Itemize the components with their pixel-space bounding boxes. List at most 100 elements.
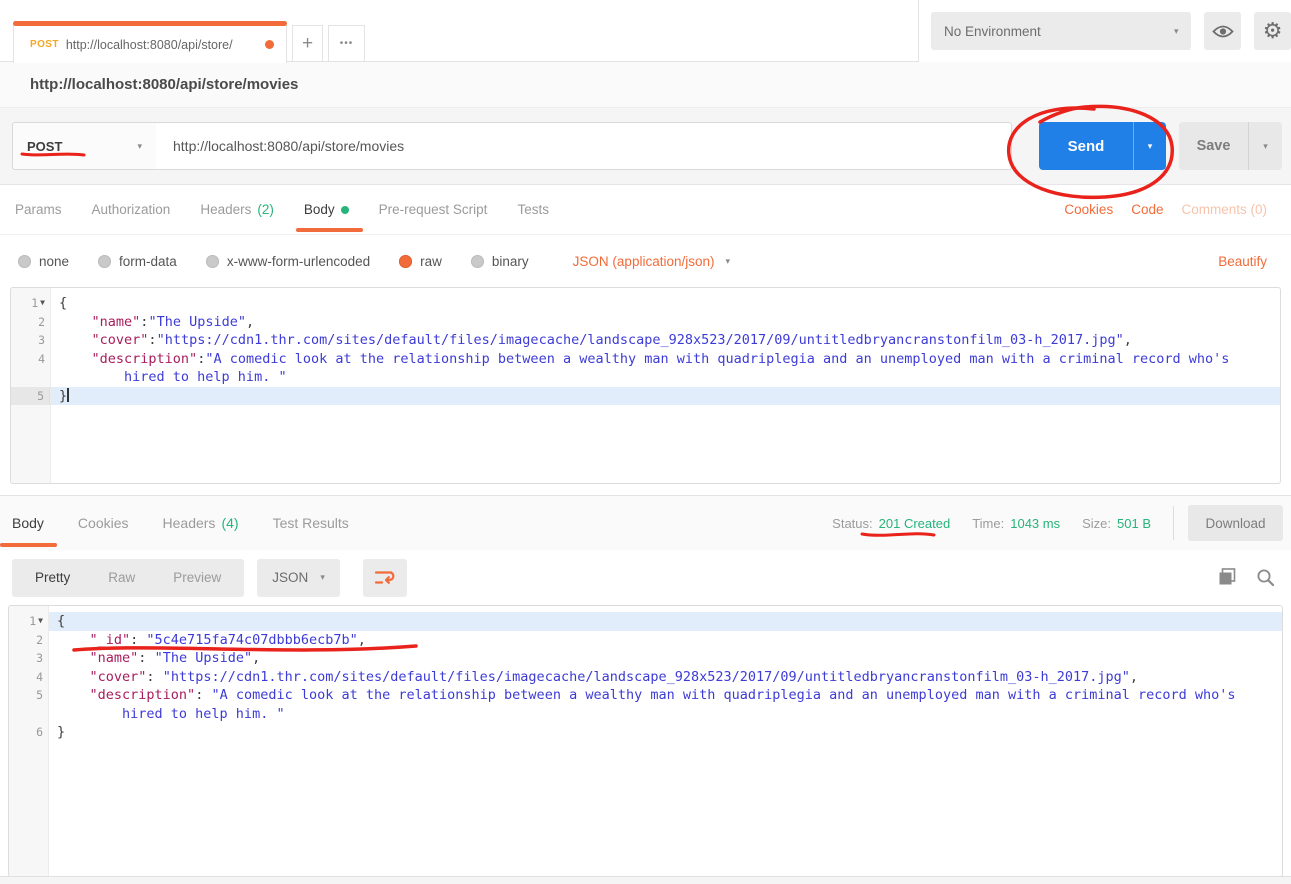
settings-button[interactable]: ⚙ (1254, 12, 1291, 50)
wrap-text-icon (374, 569, 395, 586)
download-button[interactable]: Download (1188, 505, 1283, 541)
send-button[interactable]: Send (1039, 122, 1133, 170)
code-line[interactable]: 4 "cover": "https://cdn1.thr.com/sites/d… (9, 668, 1282, 687)
response-format-dropdown[interactable]: JSON ▾ (257, 559, 340, 597)
request-tab-params[interactable]: Params (15, 185, 62, 235)
line-number-gutter: 3 (11, 331, 50, 350)
json-string: "https://cdn1.thr.com/sites/default/file… (157, 332, 1124, 348)
view-preview[interactable]: Preview (154, 570, 240, 585)
code-line[interactable]: hired to help him. " (9, 705, 1282, 724)
line-number-gutter: 2 (9, 631, 48, 650)
code-content: hired to help him. " (48, 705, 1282, 724)
link-comments-0[interactable]: Comments (0) (1181, 202, 1267, 217)
json-string: hired to help him. " (59, 369, 287, 385)
tab-method-badge: POST (30, 39, 59, 50)
code-line[interactable]: 3 "name": "The Upside", (9, 649, 1282, 668)
wrap-text-button[interactable] (363, 559, 407, 597)
link-cookies[interactable]: Cookies (1064, 202, 1113, 217)
code-line[interactable]: 2 "name":"The Upside", (11, 313, 1280, 332)
json-key: "description" (92, 351, 198, 367)
code-content: { (48, 612, 1282, 631)
save-button[interactable]: Save (1179, 122, 1248, 170)
body-type-radio-raw[interactable]: raw (399, 254, 442, 269)
response-body-editor[interactable]: 1▼{2 "_id": "5c4e715fa74c07dbbb6ecb7b",3… (8, 605, 1283, 877)
line-number-gutter: 2 (11, 313, 50, 332)
save-options-button[interactable]: ▾ (1248, 122, 1282, 170)
request-tab-pre-request-script[interactable]: Pre-request Script (379, 185, 488, 235)
send-split-button: Send ▾ (1039, 122, 1166, 170)
code-line[interactable]: 2 "_id": "5c4e715fa74c07dbbb6ecb7b", (9, 631, 1282, 650)
copy-icon[interactable] (1218, 568, 1237, 587)
body-type-radio-none[interactable]: none (18, 254, 69, 269)
url-input[interactable]: http://localhost:8080/api/store/movies (156, 122, 1012, 170)
gear-icon: ⚙ (1263, 20, 1283, 42)
response-tab-cookies[interactable]: Cookies (78, 496, 129, 551)
save-button-label: Save (1197, 138, 1231, 154)
json-punctuation: : (195, 687, 211, 703)
content-type-dropdown[interactable]: JSON (application/json) ▾ (573, 254, 730, 269)
radio-label: none (39, 254, 69, 269)
code-line[interactable]: 6} (9, 723, 1282, 742)
body-type-radio-binary[interactable]: binary (471, 254, 529, 269)
request-tab-open[interactable]: POST http://localhost:8080/api/store/ (13, 25, 287, 63)
json-punctuation: , (1124, 332, 1132, 348)
request-tab-headers[interactable]: Headers(2) (200, 185, 274, 235)
json-string: "The Upside" (148, 314, 246, 330)
line-number: 3 (36, 649, 43, 668)
response-tab-test-results[interactable]: Test Results (273, 496, 349, 551)
code-line[interactable]: 5 "description": "A comedic look at the … (9, 686, 1282, 705)
view-raw[interactable]: Raw (89, 570, 154, 585)
json-punctuation: { (57, 613, 65, 629)
environment-selector[interactable]: No Environment ▾ (931, 12, 1191, 50)
link-code[interactable]: Code (1131, 202, 1163, 217)
line-number: 2 (36, 631, 43, 650)
request-body-editor[interactable]: 1▼{2 "name":"The Upside",3 "cover":"http… (10, 287, 1281, 484)
search-icon[interactable] (1256, 568, 1275, 587)
green-dot-icon (341, 206, 349, 214)
code-line[interactable]: hired to help him. " (11, 368, 1280, 387)
line-number-gutter: 3 (9, 649, 48, 668)
body-type-radio-form-data[interactable]: form-data (98, 254, 177, 269)
method-dropdown[interactable]: POST ▾ (12, 122, 157, 170)
new-tab-button[interactable]: + (292, 25, 323, 62)
body-type-radios: none form-data x-www-form-urlencoded raw bin… (18, 254, 558, 269)
code-content: "name": "The Upside", (48, 649, 1282, 668)
environment-selected-label: No Environment (944, 24, 1041, 39)
code-content: } (50, 387, 1280, 406)
body-type-radio-x-www-form-urlencoded[interactable]: x-www-form-urlencoded (206, 254, 370, 269)
json-key: "cover" (92, 332, 149, 348)
fold-caret-icon[interactable]: ▼ (40, 294, 45, 313)
code-content: "_id": "5c4e715fa74c07dbbb6ecb7b", (48, 631, 1282, 650)
code-line[interactable]: 1▼{ (11, 294, 1280, 313)
request-tab-body[interactable]: Body (304, 185, 349, 235)
send-options-button[interactable]: ▾ (1133, 122, 1166, 170)
code-line[interactable]: 5} (11, 387, 1280, 406)
beautify-link[interactable]: Beautify (1218, 254, 1267, 269)
radio-label: binary (492, 254, 529, 269)
json-string: "A comedic look at the relationship betw… (211, 687, 1235, 703)
code-line[interactable]: 3 "cover":"https://cdn1.thr.com/sites/de… (11, 331, 1280, 350)
radio-icon (399, 255, 412, 268)
json-key: "name" (92, 314, 141, 330)
tab-count-badge: (2) (257, 202, 274, 217)
request-bar: POST ▾ http://localhost:8080/api/store/m… (0, 108, 1291, 185)
response-view-switcher: PrettyRawPreview (12, 559, 244, 597)
code-line[interactable]: 4 "description":"A comedic look at the r… (11, 350, 1280, 369)
response-tab-headers[interactable]: Headers(4) (163, 496, 239, 551)
json-punctuation (57, 632, 90, 648)
view-pretty[interactable]: Pretty (16, 570, 89, 585)
time-value: 1043 ms (1010, 516, 1060, 531)
fold-caret-icon[interactable]: ▼ (38, 612, 43, 631)
radio-label: x-www-form-urlencoded (227, 254, 370, 269)
response-tab-body[interactable]: Body (12, 496, 44, 551)
code-line[interactable]: 1▼{ (9, 612, 1282, 631)
radio-icon (471, 255, 484, 268)
chevron-down-icon: ▾ (320, 572, 325, 583)
line-number: 3 (38, 331, 45, 350)
more-tabs-button[interactable]: ••• (328, 25, 365, 62)
request-tab-tests[interactable]: Tests (517, 185, 549, 235)
environment-quick-look-button[interactable] (1204, 12, 1241, 50)
request-tab-authorization[interactable]: Authorization (92, 185, 171, 235)
json-punctuation: : (148, 332, 156, 348)
size-label: Size: (1082, 516, 1111, 531)
